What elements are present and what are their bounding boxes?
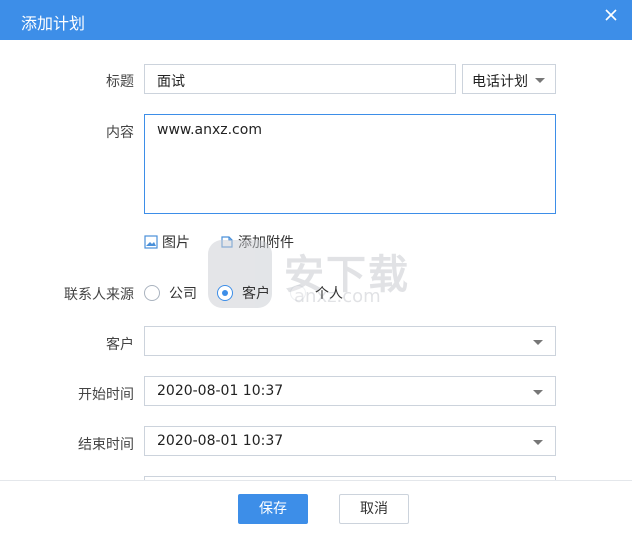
radio-checked[interactable] <box>217 285 233 301</box>
title-label: 标题 <box>106 74 134 90</box>
source-option-label: 公司 <box>169 286 197 302</box>
start-time-label: 开始时间 <box>78 387 134 403</box>
source-option-company[interactable]: 公司 <box>144 283 197 303</box>
source-option-customer[interactable]: 客户 <box>217 283 270 303</box>
source-label: 联系人来源 <box>64 287 134 303</box>
add-attachment-label: 添加附件 <box>238 235 294 251</box>
chevron-down-icon <box>533 440 543 445</box>
attachment-icon <box>221 236 233 248</box>
source-option-personal[interactable]: 个人 <box>290 283 343 303</box>
title-input-value: 面试 <box>157 74 185 90</box>
add-attachment-button[interactable]: 添加附件 <box>220 232 294 252</box>
dialog-title: 添加计划 <box>21 14 86 33</box>
content-label: 内容 <box>106 125 134 141</box>
add-image-button[interactable]: 图片 <box>144 232 190 252</box>
dialog-titlebar: 添加计划 <box>0 0 632 40</box>
add-image-label: 图片 <box>162 235 190 251</box>
close-icon[interactable] <box>604 8 618 22</box>
start-time-picker[interactable]: 2020-08-01 10:37 <box>144 376 556 406</box>
image-icon <box>144 235 158 249</box>
end-time-picker[interactable]: 2020-08-01 10:37 <box>144 426 556 456</box>
customer-select[interactable] <box>144 326 556 356</box>
start-time-value: 2020-08-01 10:37 <box>157 383 284 399</box>
source-option-label: 个人 <box>315 286 343 302</box>
title-input[interactable]: 面试 <box>144 64 456 94</box>
chevron-down-icon <box>535 78 545 83</box>
end-time-value: 2020-08-01 10:37 <box>157 433 284 449</box>
cancel-button[interactable]: 取消 <box>339 494 409 524</box>
content-textarea-value: www.anxz.com <box>157 122 262 138</box>
customer-label: 客户 <box>106 337 134 353</box>
dialog-footer <box>0 480 632 542</box>
radio-unchecked[interactable] <box>144 285 160 301</box>
plan-type-select[interactable]: 电话计划 <box>462 64 556 94</box>
source-option-label: 客户 <box>242 286 270 302</box>
plan-type-value: 电话计划 <box>472 74 528 90</box>
content-textarea[interactable]: www.anxz.com <box>144 114 556 214</box>
chevron-down-icon <box>533 340 543 345</box>
radio-unchecked[interactable] <box>290 285 306 301</box>
chevron-down-icon <box>533 390 543 395</box>
end-time-label: 结束时间 <box>78 437 134 453</box>
save-button[interactable]: 保存 <box>238 494 308 524</box>
